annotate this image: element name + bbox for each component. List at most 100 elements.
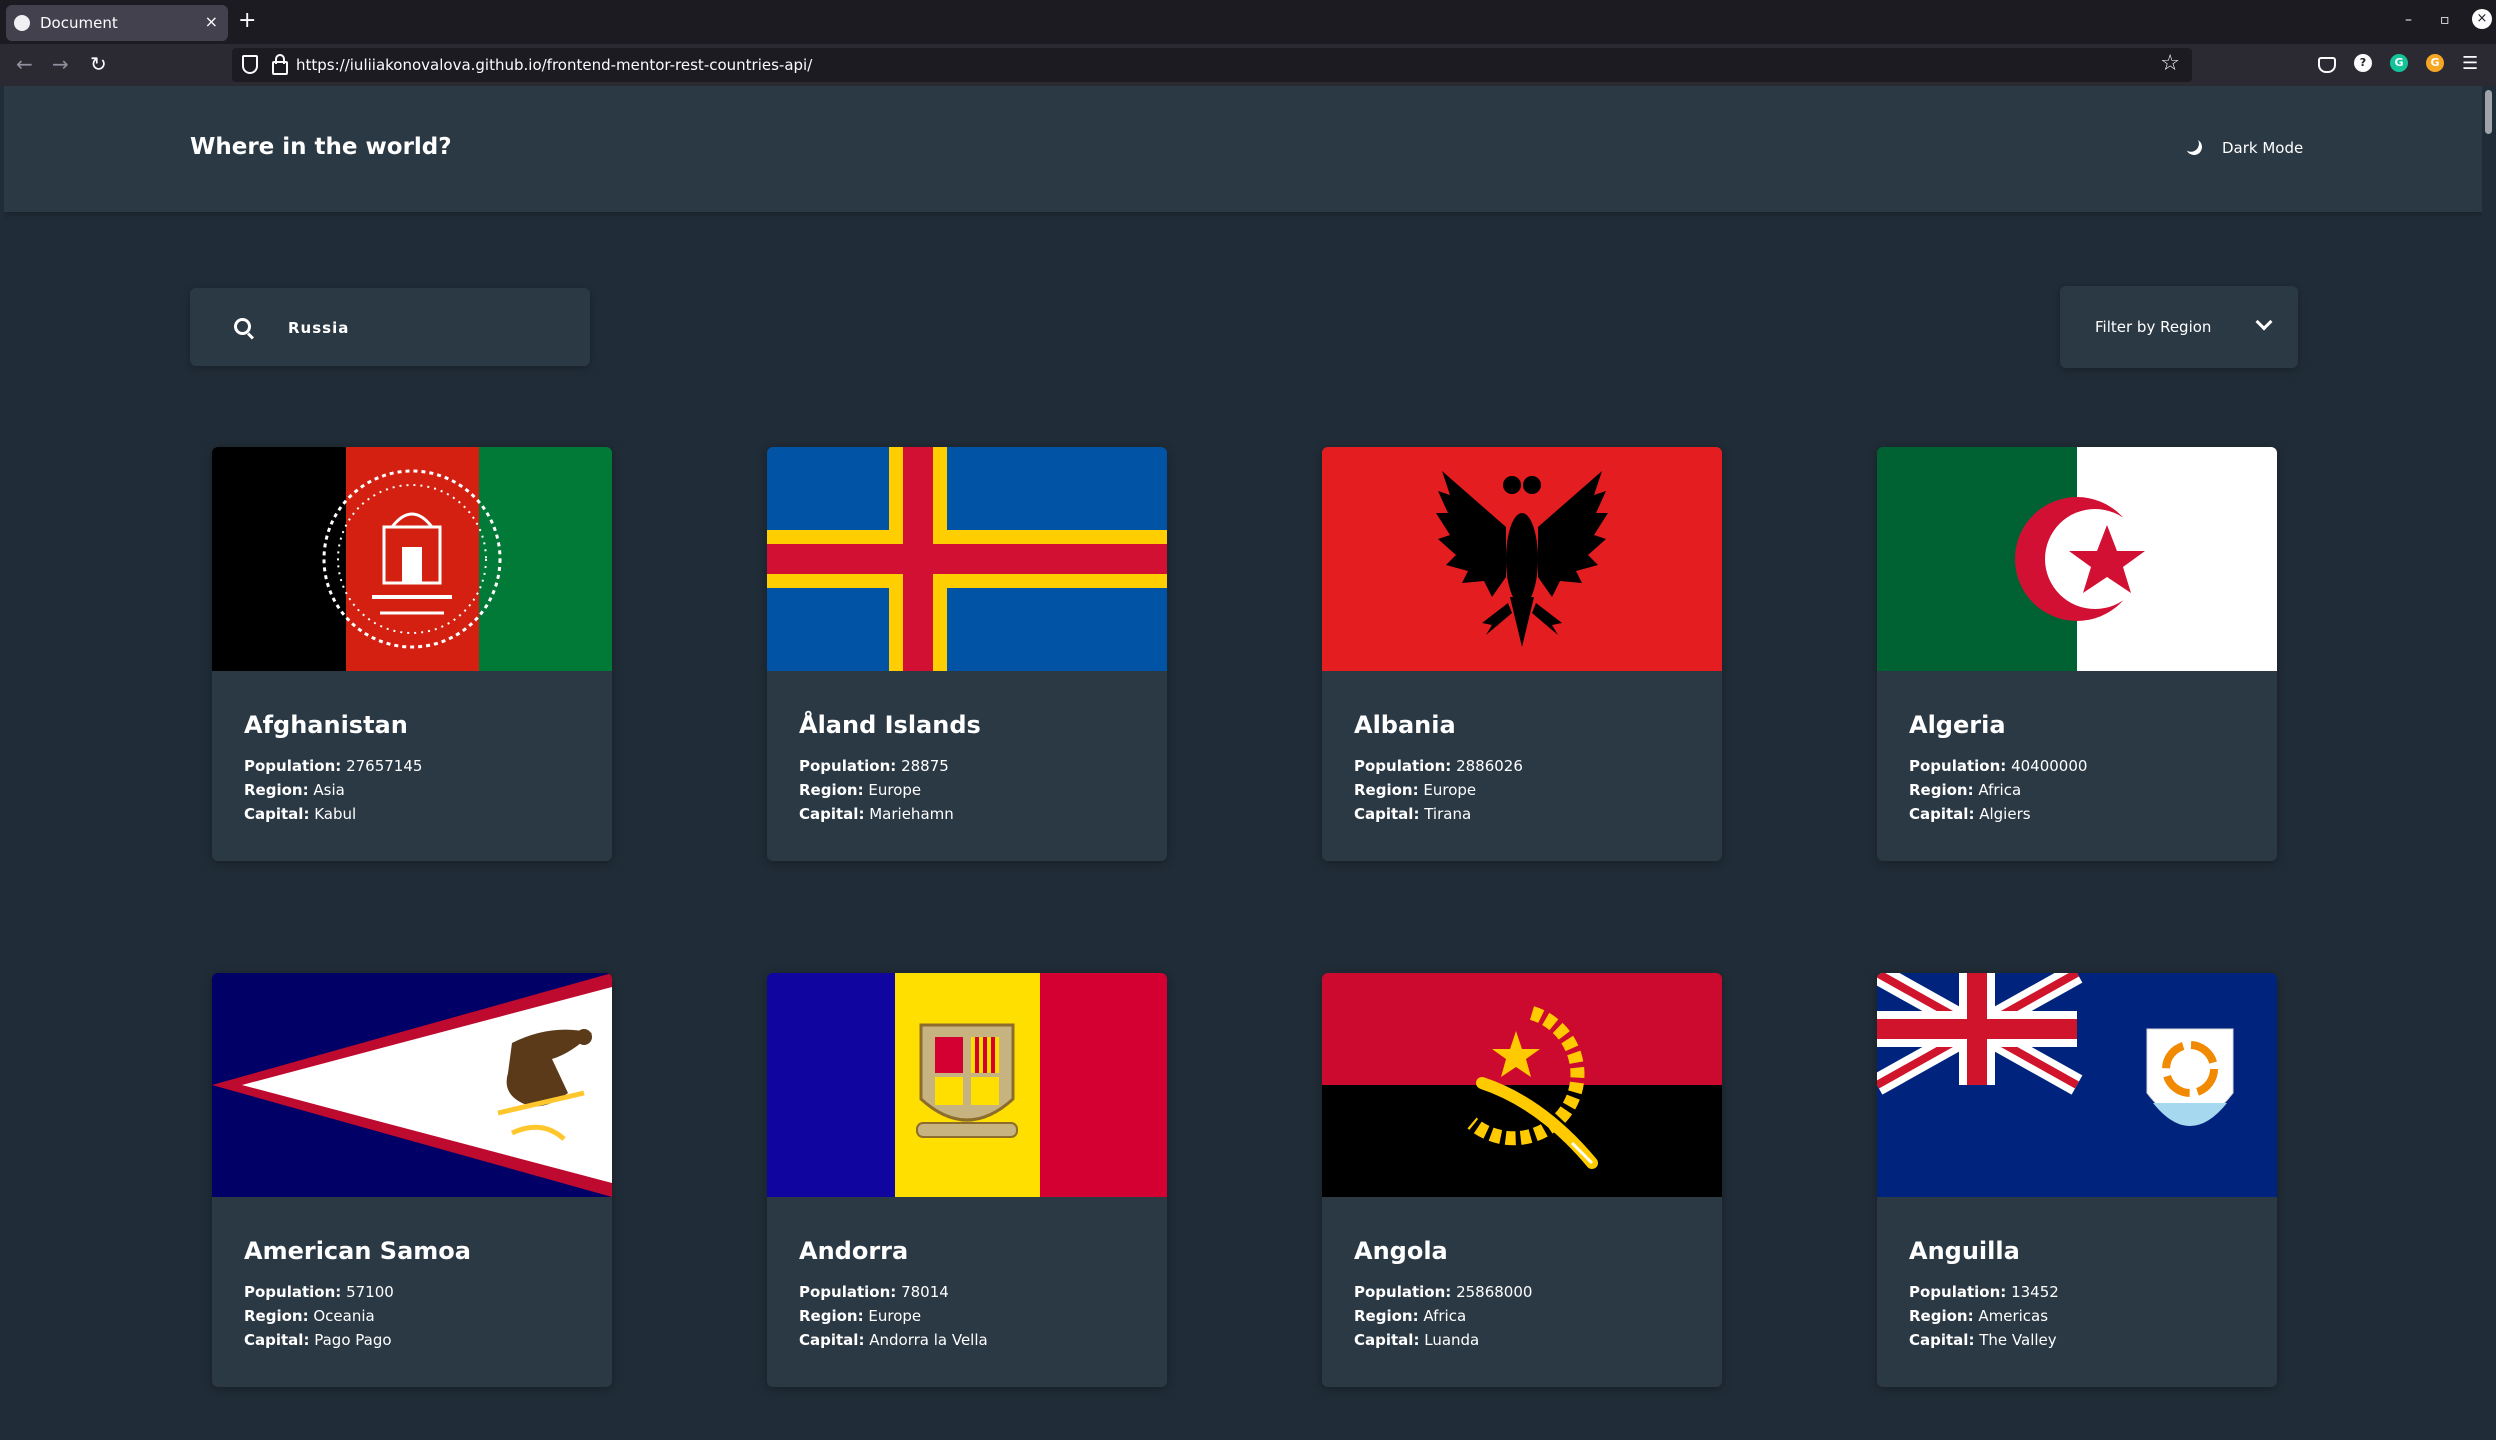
browser-nav-bar: ← → ↻ https://iuliiakonovalova.github.io…	[0, 44, 2496, 86]
region-label: Region:	[1354, 1307, 1419, 1325]
population-label: Population:	[1909, 757, 2007, 775]
country-card[interactable]: Algeria Population: 40400000 Region: Afr…	[1877, 447, 2277, 861]
capital-field: Capital: Pago Pago	[244, 1331, 392, 1349]
tab-title: Document	[40, 14, 118, 32]
region-filter-dropdown[interactable]: Filter by Region	[2060, 286, 2298, 368]
country-card[interactable]: Albania Population: 2886026 Region: Euro…	[1322, 447, 1722, 861]
population-value: 27657145	[346, 757, 423, 775]
globe-icon	[14, 15, 30, 31]
bookmark-star-icon[interactable]: ☆	[2160, 51, 2180, 76]
region-value: Africa	[1423, 1307, 1467, 1325]
country-card[interactable]: American Samoa Population: 57100 Region:…	[212, 973, 612, 1387]
region-field: Region: Asia	[244, 781, 345, 799]
population-label: Population:	[799, 1283, 897, 1301]
region-label: Region:	[1909, 781, 1974, 799]
app-menu-icon[interactable]: ☰	[2462, 54, 2478, 74]
capital-value: Pago Pago	[314, 1331, 392, 1349]
forward-arrow-icon[interactable]: →	[52, 52, 69, 76]
region-field: Region: Africa	[1354, 1307, 1466, 1325]
country-name: Algeria	[1909, 711, 2006, 739]
country-name: Åland Islands	[799, 711, 981, 739]
algeria-flag-image	[1877, 447, 2277, 671]
capital-label: Capital:	[1354, 1331, 1420, 1349]
anguilla-flag-image	[1877, 973, 2277, 1197]
population-value: 13452	[2011, 1283, 2059, 1301]
region-label: Region:	[244, 1307, 309, 1325]
country-name: Andorra	[799, 1237, 909, 1265]
population-value: 2886026	[1456, 757, 1523, 775]
shield-icon[interactable]	[242, 55, 258, 74]
capital-value: Tirana	[1424, 805, 1472, 823]
region-field: Region: Europe	[799, 1307, 921, 1325]
population-label: Population:	[244, 757, 342, 775]
capital-field: Capital: The Valley	[1909, 1331, 2057, 1349]
minimize-window-button[interactable]: –	[2405, 12, 2412, 28]
scrollbar-thumb[interactable]	[2485, 90, 2492, 134]
angola-flag-image	[1322, 973, 1722, 1197]
population-value: 57100	[346, 1283, 394, 1301]
new-tab-button[interactable]: +	[238, 8, 256, 34]
url-text[interactable]: https://iuliiakonovalova.github.io/front…	[296, 56, 812, 74]
country-name: Afghanistan	[244, 711, 408, 739]
region-label: Region:	[1909, 1307, 1974, 1325]
restore-window-button[interactable]: ▫	[2440, 12, 2450, 28]
search-input[interactable]	[286, 312, 570, 344]
country-name: Angola	[1354, 1237, 1448, 1265]
albania-flag-image	[1322, 447, 1722, 671]
population-label: Population:	[1354, 757, 1452, 775]
country-card[interactable]: Andorra Population: 78014 Region: Europe…	[767, 973, 1167, 1387]
search-box[interactable]	[190, 288, 590, 366]
population-field: Population: 40400000	[1909, 757, 2087, 775]
population-field: Population: 2886026	[1354, 757, 1523, 775]
population-label: Population:	[1909, 1283, 2007, 1301]
close-window-button[interactable]: ×	[2472, 9, 2492, 29]
capital-label: Capital:	[799, 805, 865, 823]
population-value: 40400000	[2011, 757, 2088, 775]
aland-islands-flag-image	[767, 447, 1167, 671]
region-field: Region: Europe	[1354, 781, 1476, 799]
close-tab-icon[interactable]: ×	[205, 12, 218, 31]
search-icon	[234, 318, 251, 335]
country-card[interactable]: Anguilla Population: 13452 Region: Ameri…	[1877, 973, 2277, 1387]
extension-icon[interactable]: G	[2426, 54, 2444, 72]
browser-tab[interactable]: Document ×	[6, 5, 228, 41]
capital-value: Algiers	[1979, 805, 2031, 823]
country-name: Anguilla	[1909, 1237, 2020, 1265]
region-field: Region: Europe	[799, 781, 921, 799]
population-value: 25868000	[1456, 1283, 1533, 1301]
capital-field: Capital: Luanda	[1354, 1331, 1479, 1349]
population-label: Population:	[244, 1283, 342, 1301]
country-name: American Samoa	[244, 1237, 471, 1265]
population-field: Population: 13452	[1909, 1283, 2059, 1301]
site-header: Where in the world? Dark Mode	[4, 86, 2482, 212]
moon-icon	[2184, 137, 2205, 158]
dark-mode-label: Dark Mode	[2222, 139, 2304, 157]
page-scrollbar[interactable]	[2482, 86, 2496, 1440]
capital-label: Capital:	[1909, 805, 1975, 823]
american-samoa-flag-image	[212, 973, 612, 1197]
capital-label: Capital:	[1354, 805, 1420, 823]
country-card[interactable]: Afghanistan Population: 27657145 Region:…	[212, 447, 612, 861]
reload-icon[interactable]: ↻	[90, 52, 107, 76]
pocket-icon[interactable]	[2318, 57, 2336, 73]
grammarly-extension-icon[interactable]: G	[2390, 54, 2408, 72]
region-value: Oceania	[313, 1307, 375, 1325]
population-value: 78014	[901, 1283, 949, 1301]
region-value: Europe	[868, 1307, 922, 1325]
region-field: Region: Africa	[1909, 781, 2021, 799]
region-field: Region: Oceania	[244, 1307, 375, 1325]
andorra-flag-image	[767, 973, 1167, 1197]
region-value: Americas	[1978, 1307, 2049, 1325]
chevron-down-icon	[2255, 313, 2273, 331]
capital-field: Capital: Tirana	[1354, 805, 1471, 823]
back-arrow-icon[interactable]: ←	[16, 52, 33, 76]
afghanistan-flag-image	[212, 447, 612, 671]
region-label: Region:	[1354, 781, 1419, 799]
extension-help-icon[interactable]: ?	[2354, 54, 2372, 72]
lock-icon[interactable]	[272, 54, 288, 75]
address-bar[interactable]: https://iuliiakonovalova.github.io/front…	[232, 48, 2192, 82]
region-value: Europe	[868, 781, 922, 799]
region-label: Region:	[244, 781, 309, 799]
country-card[interactable]: Angola Population: 25868000 Region: Afri…	[1322, 973, 1722, 1387]
country-card[interactable]: Åland Islands Population: 28875 Region: …	[767, 447, 1167, 861]
